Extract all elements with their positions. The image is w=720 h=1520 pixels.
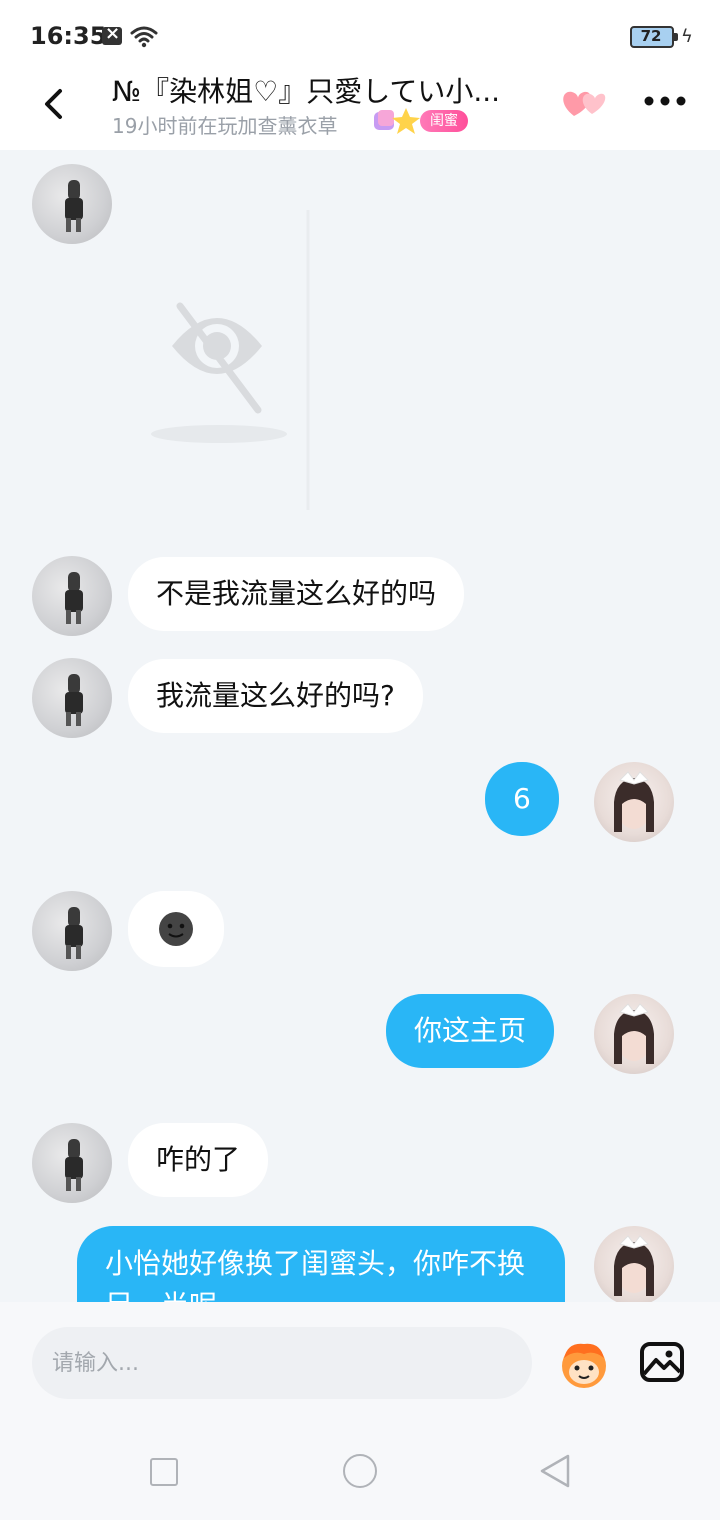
battery-level: 72 (640, 27, 662, 45)
avatar[interactable] (32, 164, 112, 244)
message-bubble[interactable]: 你这主页 (386, 994, 555, 1068)
dark-face-emoji-icon (159, 912, 193, 946)
hearts-icon[interactable] (560, 84, 610, 120)
avatar[interactable] (32, 556, 112, 636)
chat-subtitle: 19小时前在玩加查薰衣草 (112, 114, 338, 138)
stars-badge-icon (374, 108, 420, 134)
relation-tag: 闺蜜 (420, 110, 468, 132)
status-time: 16:35 (30, 22, 107, 50)
more-icon[interactable] (640, 86, 690, 116)
wifi-icon (130, 26, 158, 48)
charging-icon: ϟ (681, 26, 693, 47)
chat-title[interactable]: №『染林姐♡』只愛してい小... (112, 70, 542, 110)
status-bar: 16:35 72 ϟ (0, 0, 720, 70)
message-bubble[interactable]: 6 (485, 762, 559, 836)
image-picker-icon[interactable] (638, 1338, 686, 1386)
avatar[interactable] (32, 891, 112, 971)
hidden-image-placeholder[interactable] (130, 180, 310, 510)
battery-icon: 72 ϟ (630, 26, 693, 50)
chat-area[interactable]: 不是我流量这么好的吗 我流量这么好的吗? 6 你这主页 咋的了 小怡她好像换了闺… (0, 150, 720, 1302)
recent-apps-icon[interactable] (150, 1458, 178, 1486)
message-input[interactable] (32, 1327, 532, 1399)
self-avatar[interactable] (594, 1226, 674, 1302)
message-bubble[interactable]: 不是我流量这么好的吗 (128, 557, 465, 631)
notification-icon (102, 23, 122, 45)
home-icon[interactable] (343, 1454, 377, 1488)
composer-bar (0, 1302, 720, 1422)
message-bubble[interactable]: 咋的了 (128, 1123, 269, 1197)
sticker-icon[interactable] (554, 1336, 614, 1392)
message-bubble[interactable]: 小怡她好像换了闺蜜头，你咋不换另一半呢 (77, 1226, 565, 1302)
self-avatar[interactable] (594, 762, 674, 842)
back-icon[interactable] (30, 78, 80, 128)
emoji-message-bubble[interactable] (128, 891, 224, 967)
avatar[interactable] (32, 1123, 112, 1203)
system-nav-bar (0, 1422, 720, 1520)
chat-header: №『染林姐♡』只愛してい小... 19小时前在玩加查薰衣草 闺蜜 (0, 70, 720, 150)
back-nav-icon[interactable] (538, 1453, 572, 1489)
self-avatar[interactable] (594, 994, 674, 1074)
avatar[interactable] (32, 658, 112, 738)
message-bubble[interactable]: 我流量这么好的吗? (128, 659, 423, 733)
